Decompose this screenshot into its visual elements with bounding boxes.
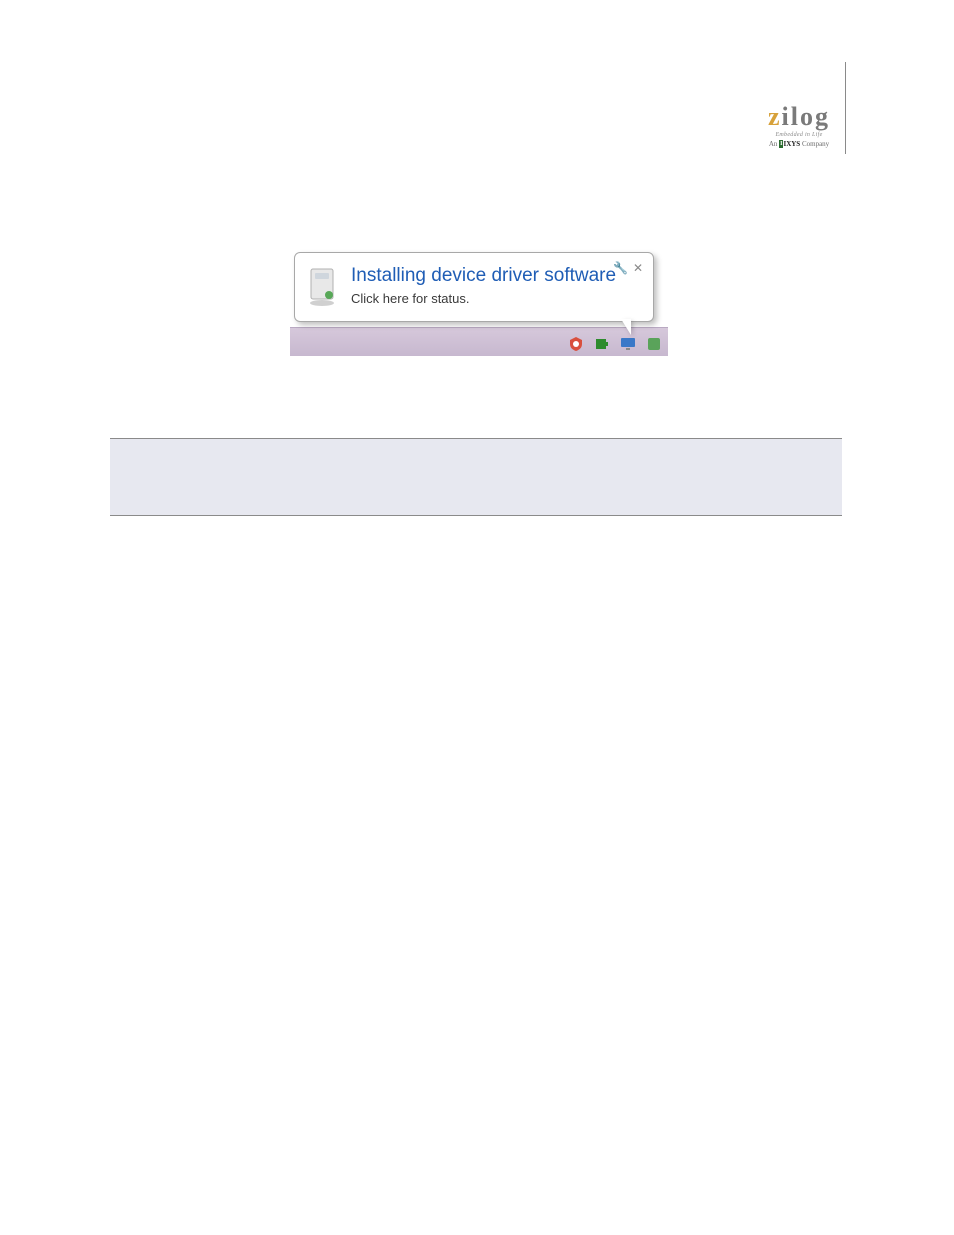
logo-letter-z: z xyxy=(768,102,782,131)
logo-tagline: Embedded in Life xyxy=(756,132,842,138)
logo-company-prefix: An xyxy=(769,140,779,148)
system-tray xyxy=(568,336,662,352)
horizontal-rule-bottom xyxy=(110,515,842,516)
display-icon[interactable] xyxy=(620,336,636,352)
logo-rest: ilog xyxy=(782,102,830,131)
balloon-title: Installing device driver software xyxy=(351,265,616,287)
battery-icon[interactable] xyxy=(594,336,610,352)
shaded-band xyxy=(110,439,842,515)
zilog-logo: zilog Embedded in Life An IIXYS Company xyxy=(756,104,842,148)
balloon-controls: 🔧 ✕ xyxy=(613,261,645,275)
logo-wordmark: zilog xyxy=(756,104,842,130)
logo-company-suffix: Company xyxy=(800,140,829,148)
logo-ixys-text: IXYS xyxy=(783,140,800,148)
close-icon[interactable]: ✕ xyxy=(631,261,645,275)
wrench-icon[interactable]: 🔧 xyxy=(613,261,627,275)
notification-balloon[interactable]: Installing device driver software Click … xyxy=(294,252,654,322)
security-icon[interactable] xyxy=(568,336,584,352)
logo-company-line: An IIXYS Company xyxy=(756,140,842,148)
unknown-icon[interactable] xyxy=(646,336,662,352)
driver-install-screenshot: Installing device driver software Click … xyxy=(290,252,668,356)
header-vertical-rule xyxy=(845,62,846,154)
horizontal-rule-top xyxy=(110,438,842,439)
device-icon xyxy=(305,267,339,307)
balloon-subtitle: Click here for status. xyxy=(351,291,470,306)
taskbar xyxy=(290,327,668,356)
balloon-tail xyxy=(621,319,631,335)
